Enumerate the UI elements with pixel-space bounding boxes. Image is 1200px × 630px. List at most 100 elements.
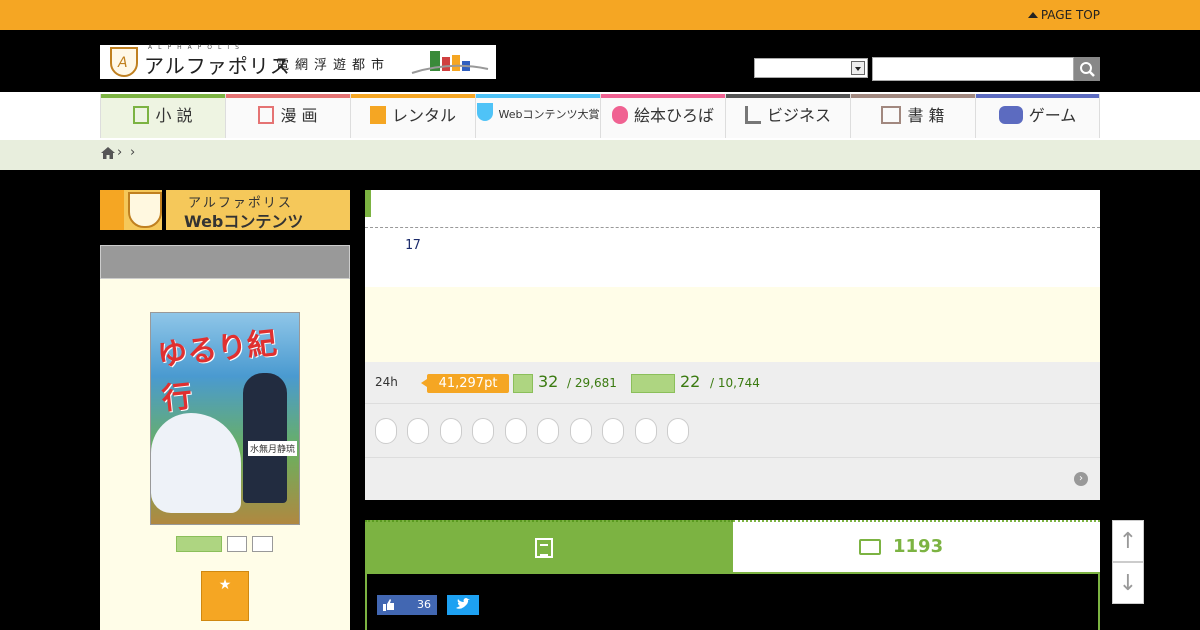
nav-label: Webコンテンツ大賞: [498, 108, 600, 121]
nav-item-picturebook[interactable]: 絵本ひろば: [600, 94, 725, 138]
nav-label: レンタル: [391, 106, 456, 125]
twitter-bird-icon: [456, 598, 470, 609]
nav-label: 絵本ひろば: [633, 106, 714, 125]
tag-chip[interactable]: [635, 418, 657, 444]
main-nav: 小 説 漫 画 レンタル Webコンテンツ大賞 絵本ひろば ビジネス 書 籍 ゲ…: [0, 92, 1200, 140]
city-skyline-icon: [411, 51, 489, 74]
nav-label: ゲーム: [1028, 106, 1077, 125]
tag-chip[interactable]: [440, 418, 462, 444]
page-top-link[interactable]: PAGE TOP: [1027, 8, 1100, 22]
like-count: 36: [417, 598, 431, 611]
work-description: [365, 287, 1100, 362]
scroll-up-button[interactable]: ↑: [1112, 520, 1144, 562]
cover-author: 水無月静琉: [247, 441, 297, 456]
rank-value: 22: [680, 372, 701, 391]
work-title-bar: [365, 190, 1100, 228]
nav-accent: [976, 94, 1099, 98]
twitter-share-button[interactable]: [447, 595, 479, 615]
thumbs-up-icon: [383, 599, 394, 611]
rental-icon: [369, 106, 386, 124]
logo-subtitle: 電網浮遊都市: [276, 58, 391, 73]
work-info-panel: 17 24h 41,297pt 32 / 29,681 22 / 10,744 …: [365, 190, 1100, 500]
tag-chip[interactable]: [602, 418, 624, 444]
breadcrumb-separator: ›: [117, 145, 123, 160]
site-logo[interactable]: A ALPHAPOLIS アルファポリス 電網浮遊都市: [100, 44, 496, 79]
chart-icon: [744, 106, 761, 124]
banner-line-2: Webコンテンツ: [184, 212, 304, 231]
nav-item-rental[interactable]: レンタル: [350, 94, 475, 138]
search-category-select[interactable]: [754, 58, 868, 78]
title-accent: [365, 190, 371, 217]
nav-item-game[interactable]: ゲーム: [975, 94, 1100, 138]
sidebar-header: [100, 245, 350, 279]
sidebar-small-button[interactable]: [252, 536, 273, 552]
nav-item-books[interactable]: 書 籍: [850, 94, 975, 138]
tag-list: [365, 404, 1100, 458]
tab-panel: 36: [365, 572, 1100, 630]
alphapolis-emblem-icon: [128, 192, 162, 228]
chevron-right-icon[interactable]: ›: [1074, 472, 1088, 486]
sidebar-status-badge: [176, 536, 222, 552]
sidebar-small-button[interactable]: [227, 536, 247, 552]
nav-item-manga[interactable]: 漫 画: [225, 94, 350, 138]
nav-item-business[interactable]: ビジネス: [725, 94, 850, 138]
tag-chip[interactable]: [570, 418, 592, 444]
gamepad-icon: [998, 106, 1023, 124]
nav-item-web-contents-award[interactable]: Webコンテンツ大賞: [475, 94, 600, 138]
nav-accent: [226, 94, 350, 98]
chevron-down-icon: [851, 61, 865, 75]
logo-name: アルファポリス: [144, 54, 291, 78]
facebook-like-button[interactable]: 36: [377, 595, 437, 615]
nav-label: 小 説: [155, 106, 193, 125]
tag-chip[interactable]: [667, 418, 689, 444]
page-top-label: PAGE TOP: [1040, 8, 1100, 22]
web-contents-banner[interactable]: アルファポリス Webコンテンツ: [100, 190, 350, 231]
nav-label: ビジネス: [766, 106, 831, 125]
stats-period: 24h: [375, 375, 398, 389]
book-cover-image[interactable]: ゆるり紀行 水無月静琉: [150, 312, 300, 525]
nav-accent: [101, 94, 225, 98]
search-button[interactable]: [1074, 57, 1100, 81]
breadcrumb: › ›: [0, 140, 1200, 170]
search-icon: [1080, 62, 1095, 77]
nav-accent: [476, 94, 600, 98]
open-book-icon: [881, 106, 902, 124]
favorite-button[interactable]: ★: [201, 571, 249, 621]
trophy-icon: [476, 103, 493, 121]
banner-accent: [100, 190, 124, 230]
breadcrumb-separator: ›: [130, 145, 136, 160]
cover-title: ゆるり紀行: [155, 325, 279, 418]
rank-badge: [631, 374, 675, 393]
tag-chip[interactable]: [505, 418, 527, 444]
search-input[interactable]: [872, 57, 1074, 81]
work-number: 17: [405, 238, 421, 253]
ranking-stats: 24h 41,297pt 32 / 29,681 22 / 10,744: [365, 362, 1100, 404]
tag-chip[interactable]: [375, 418, 397, 444]
cover-wolf-figure: [151, 413, 241, 513]
rank-value: 32: [538, 372, 559, 391]
banner-divider: [162, 190, 166, 230]
points-badge: 41,297pt: [421, 374, 509, 393]
tag-chip[interactable]: [472, 418, 494, 444]
emblem-letter: A: [118, 55, 128, 71]
nav-item-novel[interactable]: 小 説: [100, 94, 225, 138]
document-icon: [535, 538, 553, 558]
nav-label: 漫 画: [280, 106, 318, 125]
tag-chip[interactable]: [407, 418, 429, 444]
nav-accent: [351, 94, 475, 98]
picturebook-icon: [611, 106, 628, 124]
star-icon: ★: [218, 577, 232, 593]
alphapolis-emblem-icon: A: [110, 47, 138, 77]
comments-count: 1193: [893, 536, 944, 557]
content-tabs: 1193 36: [365, 520, 1100, 630]
tag-chip[interactable]: [537, 418, 559, 444]
nav-accent: [601, 94, 725, 98]
nav-accent: [851, 94, 975, 98]
home-icon[interactable]: [100, 146, 116, 160]
nav-label: 書 籍: [907, 106, 945, 125]
scroll-down-button[interactable]: ↓: [1112, 562, 1144, 604]
tab-comments[interactable]: 1193: [733, 520, 1100, 572]
tab-contents[interactable]: [365, 520, 733, 572]
rank-total: / 29,681: [567, 376, 617, 390]
comment-icon: [859, 539, 881, 555]
